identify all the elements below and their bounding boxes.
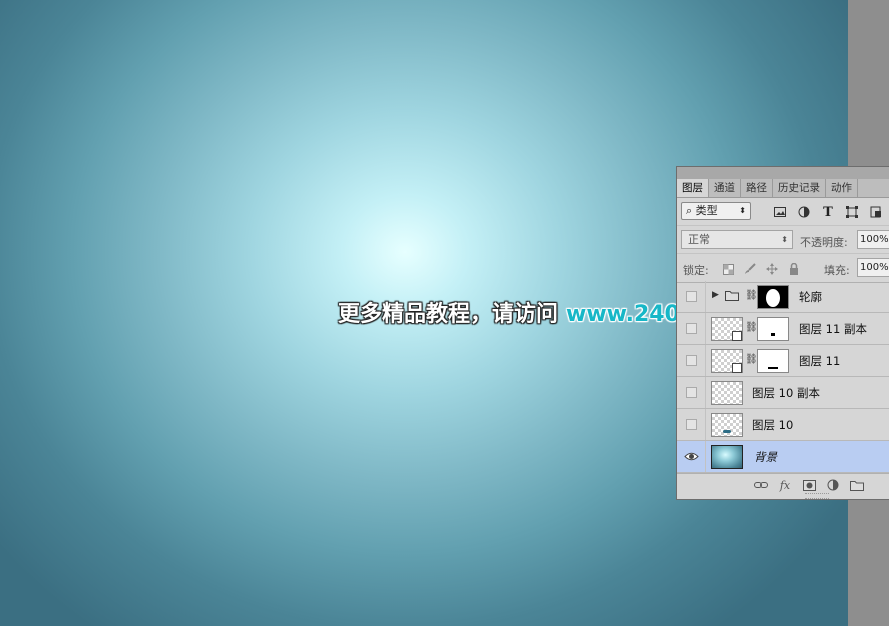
smart-object-badge-icon (732, 363, 742, 373)
fill-input[interactable]: 100% (857, 258, 889, 277)
layer-name: 图层 10 (752, 418, 794, 432)
tab-channels[interactable]: 通道 (709, 179, 741, 197)
layer-thumbnail[interactable] (711, 445, 743, 469)
blend-mode-value: 正常 (688, 233, 710, 246)
lock-transparent-icon[interactable] (720, 261, 736, 277)
layer-name: 图层 10 副本 (752, 386, 820, 400)
layer-thumbnail[interactable] (711, 413, 743, 437)
divider (705, 441, 706, 472)
layer-mask-thumbnail[interactable] (757, 285, 789, 309)
opacity-input[interactable]: 100% (857, 230, 889, 249)
layer-name: 轮廓 (799, 290, 822, 304)
divider (705, 409, 706, 440)
divider (705, 313, 706, 344)
panel-footer: fx (677, 473, 889, 496)
panel-tabs: 图层 通道 路径 历史记录 动作 (677, 179, 889, 198)
panel-title-strip[interactable] (677, 167, 889, 179)
opacity-label: 不透明度: (800, 236, 848, 249)
adjustment-icon[interactable] (825, 477, 841, 493)
filter-row: ⌕ 类型 ⬍ T (677, 199, 889, 225)
layers-panel: 图层 通道 路径 历史记录 动作 ⌕ 类型 ⬍ T 正常 ⬍ 不透明度: 100… (676, 166, 889, 500)
lock-row: 锁定: 填充: 100% (677, 253, 889, 283)
eye-icon[interactable] (684, 450, 699, 463)
layer-row-10-copy[interactable]: 图层 10 副本 (677, 377, 889, 409)
divider (705, 377, 706, 408)
smart-object-badge-icon (732, 331, 742, 341)
layers-list: ▶ ⛓ 轮廓 ⛓ 图层 11 副本 ⛓ 图层 11 图层 10 副本 图层 10… (677, 281, 889, 473)
watermark-text: 更多精品教程，请访问 (338, 302, 559, 327)
layer-name: 背景 (754, 450, 777, 464)
layer-row-11-copy[interactable]: ⛓ 图层 11 副本 (677, 313, 889, 345)
visibility-toggle[interactable] (686, 419, 697, 430)
filter-kind-select[interactable]: ⌕ 类型 ⬍ (681, 202, 751, 220)
visibility-toggle[interactable] (686, 355, 697, 366)
resize-grip[interactable] (805, 493, 829, 499)
lock-move-icon[interactable] (764, 261, 780, 277)
filter-pixel-icon[interactable] (771, 204, 789, 220)
search-icon: ⌕ (686, 204, 693, 217)
tab-actions[interactable]: 动作 (826, 179, 858, 197)
filter-smart-object-icon[interactable] (867, 204, 885, 220)
tab-paths[interactable]: 路径 (741, 179, 773, 197)
layer-row-background[interactable]: 背景 (677, 441, 889, 473)
filter-kind-label: 类型 (695, 204, 718, 217)
lock-brush-icon[interactable] (742, 261, 758, 277)
layer-mask-thumbnail[interactable] (757, 349, 789, 373)
folder-icon[interactable] (849, 477, 865, 493)
layer-thumbnail[interactable] (711, 381, 743, 405)
updown-icon: ⬍ (739, 206, 746, 215)
tab-layers[interactable]: 图层 (677, 179, 709, 197)
layer-row-11[interactable]: ⛓ 图层 11 (677, 345, 889, 377)
visibility-toggle[interactable] (686, 387, 697, 398)
lock-label: 锁定: (683, 264, 709, 277)
chain-link-icon[interactable]: ⛓ (745, 290, 758, 301)
fill-label: 填充: (824, 264, 850, 277)
add-mask-icon[interactable] (801, 477, 817, 493)
lock-all-icon[interactable] (786, 261, 802, 277)
fx-icon[interactable]: fx (777, 477, 793, 493)
divider (705, 345, 706, 376)
filter-type-icon[interactable]: T (819, 204, 837, 220)
updown-icon: ⬍ (781, 235, 788, 244)
expand-triangle-icon[interactable]: ▶ (712, 290, 719, 300)
divider (705, 281, 706, 312)
blend-row: 正常 ⬍ 不透明度: 100% (677, 225, 889, 254)
layer-name: 图层 11 (799, 354, 841, 368)
visibility-toggle[interactable] (686, 323, 697, 334)
chain-link-icon[interactable]: ⛓ (745, 354, 758, 365)
filter-shape-icon[interactable] (843, 204, 861, 220)
blend-mode-select[interactable]: 正常 ⬍ (681, 230, 793, 249)
visibility-toggle[interactable] (686, 291, 697, 302)
layer-name: 图层 11 副本 (799, 322, 867, 336)
link-icon[interactable] (753, 477, 769, 493)
chain-link-icon[interactable]: ⛓ (745, 322, 758, 333)
layer-row-outline[interactable]: ▶ ⛓ 轮廓 (677, 281, 889, 313)
layer-row-10[interactable]: 图层 10 (677, 409, 889, 441)
tab-history[interactable]: 历史记录 (773, 179, 826, 197)
filter-adjustment-icon[interactable] (795, 204, 813, 220)
layer-mask-thumbnail[interactable] (757, 317, 789, 341)
folder-icon (725, 290, 739, 304)
